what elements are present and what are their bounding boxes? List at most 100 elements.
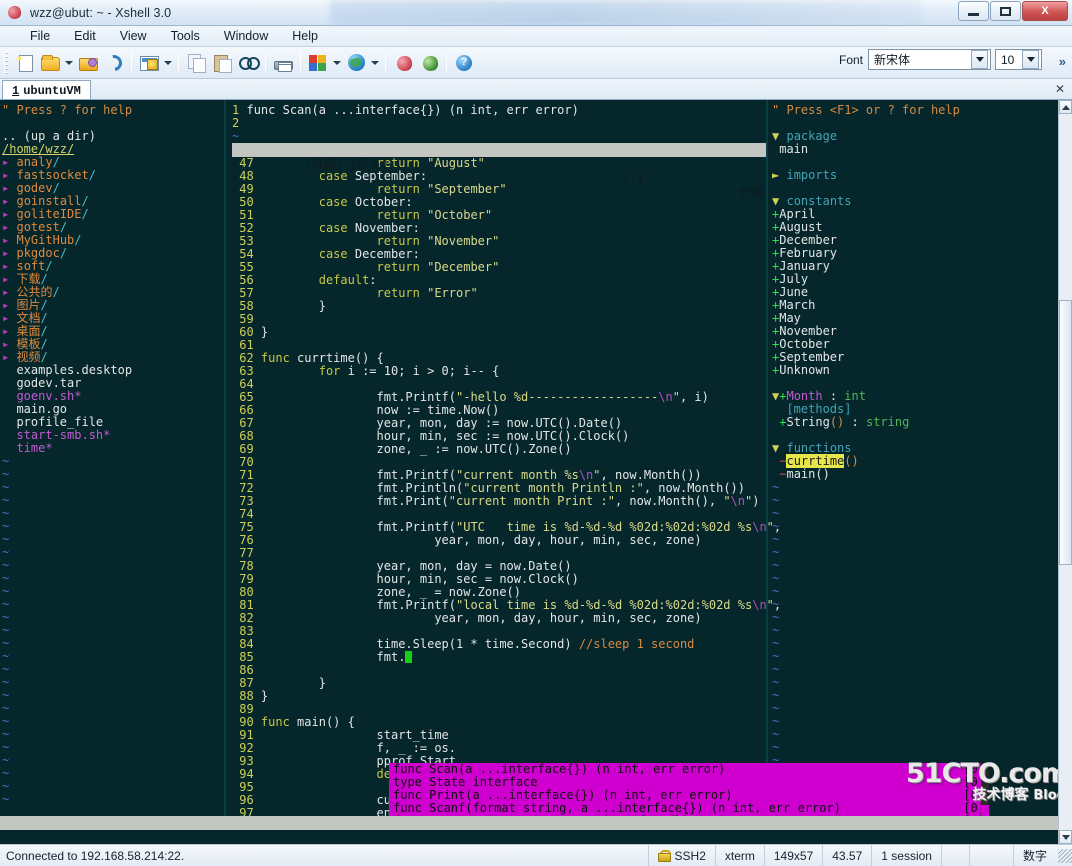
tagbar-item[interactable]: +January [772, 260, 1060, 273]
resize-grip[interactable] [1058, 848, 1072, 863]
xftp-link-button[interactable] [416, 50, 442, 76]
maximize-button[interactable] [990, 1, 1021, 21]
menu-view[interactable]: View [108, 27, 159, 45]
toolbar-overflow-button[interactable]: » [1059, 54, 1066, 69]
copy-button[interactable] [183, 50, 209, 76]
chevron-down-icon[interactable] [971, 50, 988, 69]
toolbar-separator [178, 52, 179, 73]
autocomplete-item[interactable]: func Scanf(format string, a ...interface… [389, 802, 989, 815]
preview-status-line: [草稿] [预览] 1,1 全部 [232, 143, 766, 199]
explorer-tilde: ~ [2, 467, 10, 481]
globe-icon [347, 54, 365, 71]
editor-line[interactable]: 60 } [232, 326, 766, 339]
editor-line[interactable]: 69 zone, _ := now.UTC().Zone() [232, 443, 766, 456]
editor-line[interactable]: 87 } [232, 677, 766, 690]
xshell-link-button[interactable] [390, 50, 416, 76]
close-button[interactable]: X [1022, 1, 1068, 21]
editor-line-list[interactable]: 47 return "August" 48 case September: 49… [232, 157, 781, 820]
tagbar-tilde: ~ [772, 623, 780, 637]
editor-line[interactable]: 85 fmt. [232, 651, 766, 664]
tagbar-item[interactable]: main [772, 143, 1060, 156]
reconnect-button[interactable] [101, 50, 127, 76]
properties-button[interactable] [136, 50, 162, 76]
paste-button[interactable] [209, 50, 235, 76]
toolbar-separator [446, 52, 447, 73]
binoculars-icon [238, 54, 260, 72]
autocomplete-scroll-thumb[interactable] [981, 763, 989, 805]
tagbar-item[interactable]: +Unknown [772, 364, 1060, 377]
tab-ubuntuvm[interactable]: 1 ubuntuVM [2, 80, 91, 99]
menu-tools[interactable]: Tools [159, 27, 212, 45]
editor-pane[interactable]: 1 func Scan(a ...interface{}) (n int, er… [232, 104, 781, 820]
help-icon: ? [456, 54, 472, 71]
tagbar-item[interactable]: +March [772, 299, 1060, 312]
tab-close-icon[interactable]: ✕ [1055, 82, 1065, 96]
editor-line[interactable]: 58 } [232, 300, 766, 313]
explorer-tilde: ~ [2, 779, 10, 793]
editor-line[interactable]: 63 for i := 10; i > 0; i-- { [232, 365, 766, 378]
font-size-value: 10 [1001, 52, 1015, 67]
menu-file[interactable]: File [18, 27, 62, 45]
maximize-icon [1000, 6, 1011, 16]
autocomplete-item[interactable]: func Print(a ...interface{}) (n int, err… [389, 789, 989, 802]
editor-line[interactable]: 59 [232, 313, 766, 326]
explorer-file-list[interactable]: examples.desktop godev.tar goenv.sh* mai… [2, 364, 218, 455]
explorer-directory-list[interactable]: ▸ analy/▸ fastsocket/▸ godev/▸ goinstall… [2, 156, 218, 364]
open-dropdown-arrow[interactable] [63, 50, 75, 76]
autocomplete-item[interactable]: func Scan(a ...interface{}) (n int, err … [389, 763, 989, 776]
tagbar-item[interactable]: +July [772, 273, 1060, 286]
open-button[interactable] [37, 50, 63, 76]
toolbar-grip[interactable] [4, 51, 8, 74]
tagbar-group[interactable]: ▼ package [772, 130, 1060, 143]
explorer-help-hint: " Press ? for help [2, 103, 133, 117]
tagbar-pane[interactable]: " Press <F1> or ? for help ▼ package mai… [772, 104, 1060, 793]
explorer-tilde: ~ [2, 623, 10, 637]
scroll-down-icon[interactable] [1059, 830, 1072, 844]
tagbar-function-item[interactable]: −main() [772, 468, 1060, 481]
session-tab-bar: 1 ubuntuVM ✕ [0, 79, 1072, 100]
browser-dropdown-arrow[interactable] [369, 50, 381, 76]
scroll-thumb[interactable] [1059, 300, 1072, 565]
editor-line[interactable]: 76 year, mon, day, hour, min, sec, zone) [232, 534, 766, 547]
scroll-up-icon[interactable] [1059, 100, 1072, 114]
chevron-down-icon[interactable] [1022, 50, 1039, 69]
properties-dropdown-arrow[interactable] [162, 50, 174, 76]
autocomplete-item[interactable]: type State interface [0] [389, 776, 989, 789]
explorer-file-item[interactable]: time* [2, 442, 218, 455]
tagbar-tilde: ~ [772, 584, 780, 598]
file-transfer-button[interactable] [305, 50, 331, 76]
preview-line-2: 2 [232, 117, 766, 130]
print-button[interactable] [270, 50, 296, 76]
terminal-area[interactable]: " Press ? for help .. (up a dir) /home/w… [0, 100, 1072, 844]
terminal-screen: " Press ? for help .. (up a dir) /home/w… [0, 100, 1072, 844]
browser-button[interactable] [343, 50, 369, 76]
text-cursor [405, 651, 413, 663]
explorer-tilde: ~ [2, 493, 10, 507]
menu-window[interactable]: Window [212, 27, 280, 45]
explorer-tilde: ~ [2, 506, 10, 520]
open-folder-button[interactable] [75, 50, 101, 76]
editor-line[interactable]: 88 } [232, 690, 766, 703]
minimize-button[interactable] [958, 1, 989, 21]
file-explorer-pane[interactable]: " Press ? for help .. (up a dir) /home/w… [2, 104, 218, 806]
terminal-scrollbar[interactable] [1058, 100, 1072, 844]
preview-tilde: ~ [232, 129, 240, 143]
transfer-dropdown-arrow[interactable] [331, 50, 343, 76]
find-button[interactable] [235, 50, 261, 76]
explorer-tilde: ~ [2, 714, 10, 728]
minimize-icon [968, 12, 979, 16]
menu-help[interactable]: Help [280, 27, 330, 45]
editor-line[interactable]: 73 fmt.Print("current month Print :", no… [232, 495, 766, 508]
new-session-button[interactable] [11, 50, 37, 76]
tagbar-body[interactable]: ▼ package main ► imports ▼ constants +Apr… [772, 130, 1060, 793]
explorer-tilde: ~ [2, 519, 10, 533]
font-size-select[interactable]: 10 [995, 49, 1042, 70]
tagbar-group[interactable]: ► imports [772, 169, 1060, 182]
editor-line[interactable]: 82 year, mon, day, hour, min, sec, zone) [232, 612, 766, 625]
font-name-select[interactable]: 新宋体 [868, 49, 991, 70]
tagbar-tilde: ~ [772, 506, 780, 520]
help-button[interactable]: ? [451, 50, 477, 76]
tagbar-method-entry[interactable]: +String() : string [772, 416, 1060, 429]
tagbar-tilde: ~ [772, 571, 780, 585]
menu-edit[interactable]: Edit [62, 27, 108, 45]
